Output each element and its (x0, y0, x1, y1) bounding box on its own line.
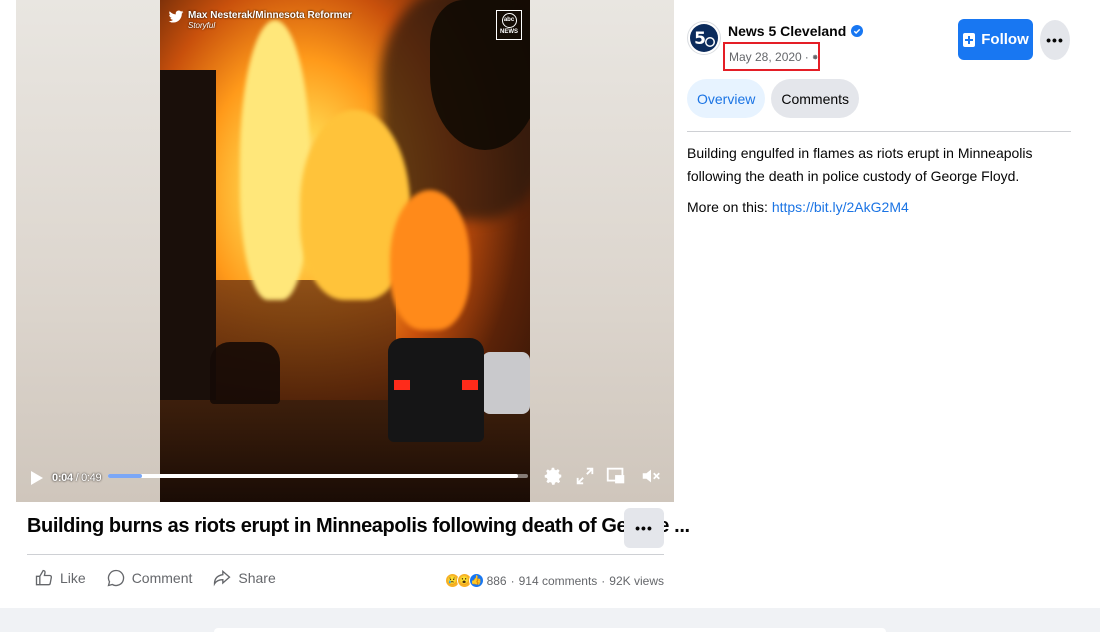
follow-label: Follow (981, 31, 1029, 48)
comment-count[interactable]: 914 comments (519, 574, 598, 588)
tab-overview[interactable]: Overview (687, 79, 766, 118)
tail-light (394, 380, 410, 390)
people-silhouettes (210, 342, 280, 404)
tail-light (462, 380, 478, 390)
panel-divider (687, 131, 1071, 132)
stats-separator: · (601, 573, 606, 588)
thumbs-up-icon (35, 569, 53, 586)
more-on-label: More on this: (687, 199, 772, 215)
more-dots-icon: ••• (1046, 32, 1064, 48)
more-on-this: More on this: https://bit.ly/2AkG2M4 (687, 197, 909, 217)
news5-logo-icon: 5 (690, 24, 718, 52)
current-time: 0:04 (52, 472, 73, 484)
share-button[interactable]: Share (212, 568, 276, 588)
duration: 0:49 (81, 472, 102, 484)
like-label: Like (60, 570, 86, 586)
date-separator: · (804, 49, 809, 64)
svg-text:5: 5 (694, 29, 706, 49)
picture-in-picture-icon[interactable] (605, 465, 627, 487)
more-dots-icon: ••• (635, 520, 653, 536)
post-date[interactable]: May 28, 2020 (729, 50, 802, 64)
video-scrubber[interactable] (108, 474, 528, 478)
stats-separator: · (510, 573, 515, 588)
post-stats: 😢 😮 👍 886 · 914 comments · 92K views (444, 573, 664, 588)
next-card-edge (214, 628, 886, 632)
page-more-options-button[interactable]: ••• (1040, 20, 1070, 60)
page-name-link[interactable]: News 5 Cleveland (728, 23, 864, 39)
share-arrow-icon (214, 569, 231, 587)
post-more-options-button[interactable]: ••• (624, 508, 664, 548)
time-separator: / (72, 472, 82, 484)
video-time: 0:04 / 0:49 (52, 472, 102, 484)
play-icon[interactable] (30, 470, 44, 486)
comment-button[interactable]: Comment (106, 568, 193, 588)
share-label: Share (238, 570, 276, 586)
reaction-icons[interactable]: 😢 😮 👍 (444, 573, 484, 588)
abc-news-logo: abc NEWS (496, 10, 522, 40)
volume-muted-icon[interactable] (640, 465, 662, 487)
video-credit: Max Nesterak/Minnesota Reformer Storyful (168, 10, 352, 30)
post-divider (27, 554, 664, 555)
page-name: News 5 Cleveland (728, 23, 847, 39)
parked-car (482, 352, 530, 414)
panel-tabs: Overview Comments (687, 79, 860, 118)
more-on-link[interactable]: https://bit.ly/2AkG2M4 (772, 199, 909, 215)
news-logo-text: NEWS (500, 29, 518, 35)
reaction-count[interactable]: 886 (487, 574, 507, 588)
video-controls: 0:04 / 0:49 (16, 460, 674, 502)
flame-shape (390, 190, 470, 330)
video-blur-right (530, 0, 674, 502)
credit-source: Storyful (188, 21, 216, 30)
flame-shape (240, 20, 310, 300)
follow-plus-icon (963, 32, 976, 47)
credit-name: Max Nesterak/Minnesota Reformer (188, 10, 352, 21)
scrubber-buffered (108, 474, 518, 478)
post-title: Building burns as riots erupt in Minneap… (27, 515, 690, 537)
video-frame[interactable] (160, 0, 530, 502)
suv-car (388, 338, 484, 442)
video-player[interactable]: Max Nesterak/Minnesota Reformer Storyful… (16, 0, 674, 502)
privacy-gear-icon[interactable] (812, 51, 818, 63)
post-date-highlight: May 28, 2020 · (723, 42, 820, 71)
fullscreen-icon[interactable] (574, 465, 596, 487)
abc-logo-text: abc (501, 13, 517, 28)
post-description: Building engulfed in flames as riots eru… (687, 145, 1033, 184)
comment-label: Comment (131, 570, 193, 586)
scrubber-played (108, 474, 143, 478)
settings-gear-icon[interactable] (542, 465, 564, 487)
page-avatar[interactable]: 5 (687, 21, 721, 55)
post-actions: Like Comment Share (34, 568, 276, 588)
video-blur-left (16, 0, 160, 502)
follow-button[interactable]: Follow (958, 19, 1033, 60)
like-reaction-icon: 👍 (468, 573, 484, 588)
tab-comments[interactable]: Comments (771, 79, 860, 118)
building-silhouette (160, 70, 216, 450)
view-count: 92K views (609, 573, 664, 588)
comment-bubble-icon (107, 569, 124, 587)
like-button[interactable]: Like (34, 568, 86, 588)
verified-badge-icon (851, 25, 864, 37)
twitter-bird-icon (168, 10, 184, 23)
